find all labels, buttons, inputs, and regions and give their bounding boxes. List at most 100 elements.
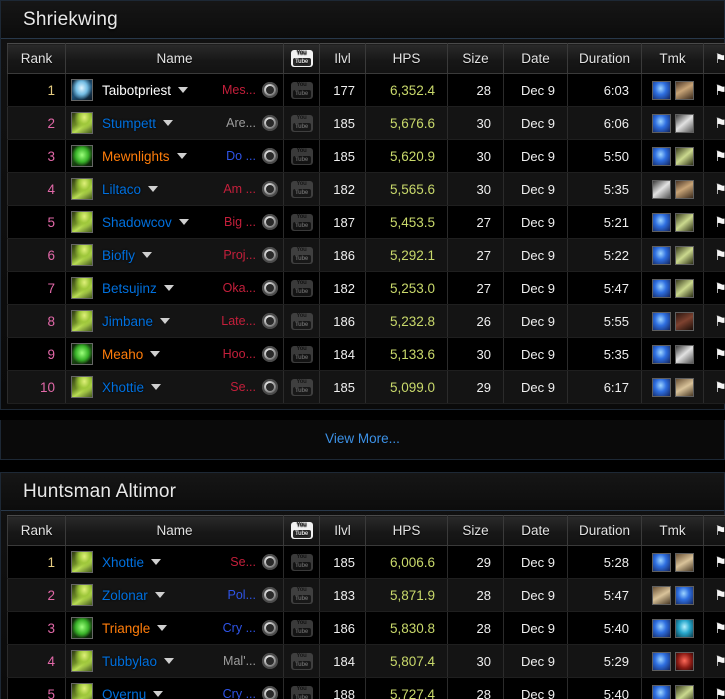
realm-icon[interactable] [262,346,278,362]
youtube-video-icon[interactable]: You Tube [290,378,313,396]
realm-icon[interactable] [262,686,278,699]
chevron-down-icon[interactable] [157,625,168,631]
youtube-video-icon[interactable]: You Tube [290,213,313,231]
realm-icon[interactable] [262,313,278,329]
chevron-down-icon[interactable] [176,153,187,159]
flag-icon[interactable]: ⚑ [714,555,725,569]
chevron-down-icon[interactable] [154,592,165,598]
trinket-icon[interactable] [674,344,694,364]
table-row[interactable]: 10 Xhottie Se... You Tube 185 5,099.0 29 Dec 9 6:… [7,370,725,404]
chevron-down-icon[interactable] [142,252,153,258]
table-row[interactable]: 2 Stumpett Are... You Tube 185 5,676.6 30 Dec 96… [7,106,725,140]
column-header-ilvl[interactable]: Ilvl [319,515,366,546]
guild-name-link[interactable]: Do ... [226,149,262,163]
realm-icon[interactable] [262,554,278,570]
trinket-icon[interactable] [674,179,694,199]
guild-name-link[interactable]: Late... [221,314,262,328]
realm-icon[interactable] [262,280,278,296]
youtube-video-icon[interactable]: You Tube [290,652,313,670]
table-row[interactable]: 3 Mewnlights Do ... You Tube 185 5,620.9 30 Dec … [7,139,725,173]
table-row[interactable]: 4 Tubbylao Mal'... You Tube 184 5,807.4 30 Dec 9… [7,644,725,678]
column-header-size[interactable]: Size [447,515,504,546]
table-row[interactable]: 1 Taibotpriest Mes... You Tube 177 6,352.4 28 De… [7,73,725,107]
realm-icon[interactable] [262,247,278,263]
table-row[interactable]: 1 Xhottie Se... You Tube 185 6,006.6 29 Dec 9 5:2… [7,545,725,579]
player-name-link[interactable]: Overnu [102,687,146,699]
player-name-link[interactable]: Triangle [102,621,150,636]
column-header-tmk[interactable]: Tmk [641,515,704,546]
chevron-down-icon[interactable] [150,351,161,357]
youtube-video-icon[interactable]: You Tube [290,619,313,637]
column-header-hps[interactable]: HPS [365,43,448,74]
realm-icon[interactable] [262,115,278,131]
column-header-ilvl[interactable]: Ilvl [319,43,366,74]
guild-name-link[interactable]: Proj... [223,248,262,262]
player-name-link[interactable]: Stumpett [102,116,156,131]
trinket-icon[interactable] [674,212,694,232]
table-row[interactable]: 5 Overnu Cry ... You Tube 188 5,727.4 28 Dec 9 5:… [7,677,725,699]
realm-icon[interactable] [262,620,278,636]
youtube-video-icon[interactable]: You Tube [290,586,313,604]
youtube-video-icon[interactable]: You Tube [290,246,313,264]
chevron-down-icon[interactable] [178,87,189,93]
player-name-link[interactable]: Meaho [102,347,143,362]
flag-icon[interactable]: ⚑ [714,83,725,97]
trinket-icon[interactable] [651,113,671,133]
column-header-name[interactable]: Name [65,43,284,74]
trinket-icon[interactable] [651,245,671,265]
trinket-icon[interactable] [674,377,694,397]
chevron-down-icon[interactable] [151,559,162,565]
player-name-link[interactable]: Zolonar [102,588,148,603]
realm-icon[interactable] [262,82,278,98]
flag-icon[interactable]: ⚑ [714,621,725,635]
column-header-duration[interactable]: Duration [567,43,642,74]
player-name-link[interactable]: Tubbylao [102,654,157,669]
realm-icon[interactable] [262,214,278,230]
trinket-icon[interactable] [651,618,671,638]
player-name-link[interactable]: Taibotpriest [102,83,171,98]
trinket-icon[interactable] [651,212,671,232]
trinket-icon[interactable] [651,278,671,298]
realm-icon[interactable] [262,587,278,603]
flag-icon[interactable]: ⚑ [714,654,725,668]
column-header-duration[interactable]: Duration [567,515,642,546]
trinket-icon[interactable] [674,311,694,331]
trinket-icon[interactable] [651,311,671,331]
flag-icon[interactable]: ⚑ [714,347,725,361]
guild-name-link[interactable]: Big ... [224,215,262,229]
guild-name-link[interactable]: Cry ... [223,687,262,699]
trinket-icon[interactable] [651,179,671,199]
column-header-date[interactable]: Date [503,515,568,546]
column-header-youtube[interactable]: You Tube [283,515,320,546]
youtube-video-icon[interactable]: You Tube [290,685,313,699]
flag-icon[interactable]: ⚑ [714,116,725,130]
flag-icon[interactable]: ⚑ [714,182,725,196]
player-name-link[interactable]: Mewnlights [102,149,170,164]
trinket-icon[interactable] [674,552,694,572]
table-row[interactable]: 6 Biofly Proj... You Tube 186 5,292.1 27 Dec 9 5:… [7,238,725,272]
view-more-link[interactable]: View More... [325,431,400,446]
table-row[interactable]: 4 Liltaco Am ... You Tube 182 5,565.6 30 Dec 9 5:… [7,172,725,206]
flag-icon[interactable]: ⚑ [714,281,725,295]
realm-icon[interactable] [262,181,278,197]
column-header-youtube[interactable]: You Tube [283,43,320,74]
column-header-rank[interactable]: Rank [7,515,66,546]
flag-icon[interactable]: ⚑ [714,588,725,602]
player-name-link[interactable]: Jimbane [102,314,153,329]
table-row[interactable]: 9 Meaho Hoo... You Tube 184 5,133.6 30 Dec 9 5:35… [7,337,725,371]
column-header-flag[interactable]: ⚑ [703,43,725,74]
chevron-down-icon[interactable] [148,186,159,192]
realm-icon[interactable] [262,148,278,164]
column-header-hps[interactable]: HPS [365,515,448,546]
realm-icon[interactable] [262,653,278,669]
guild-name-link[interactable]: Cry ... [223,621,262,635]
flag-icon[interactable]: ⚑ [714,215,725,229]
chevron-down-icon[interactable] [160,318,171,324]
youtube-video-icon[interactable]: You Tube [290,147,313,165]
column-header-flag[interactable]: ⚑ [703,515,725,546]
trinket-icon[interactable] [651,377,671,397]
youtube-icon[interactable]: You Tube [290,522,313,539]
table-row[interactable]: 8 Jimbane Late... You Tube 186 5,232.8 26 Dec 95… [7,304,725,338]
chevron-down-icon[interactable] [164,658,175,664]
player-name-link[interactable]: Xhottie [102,380,144,395]
